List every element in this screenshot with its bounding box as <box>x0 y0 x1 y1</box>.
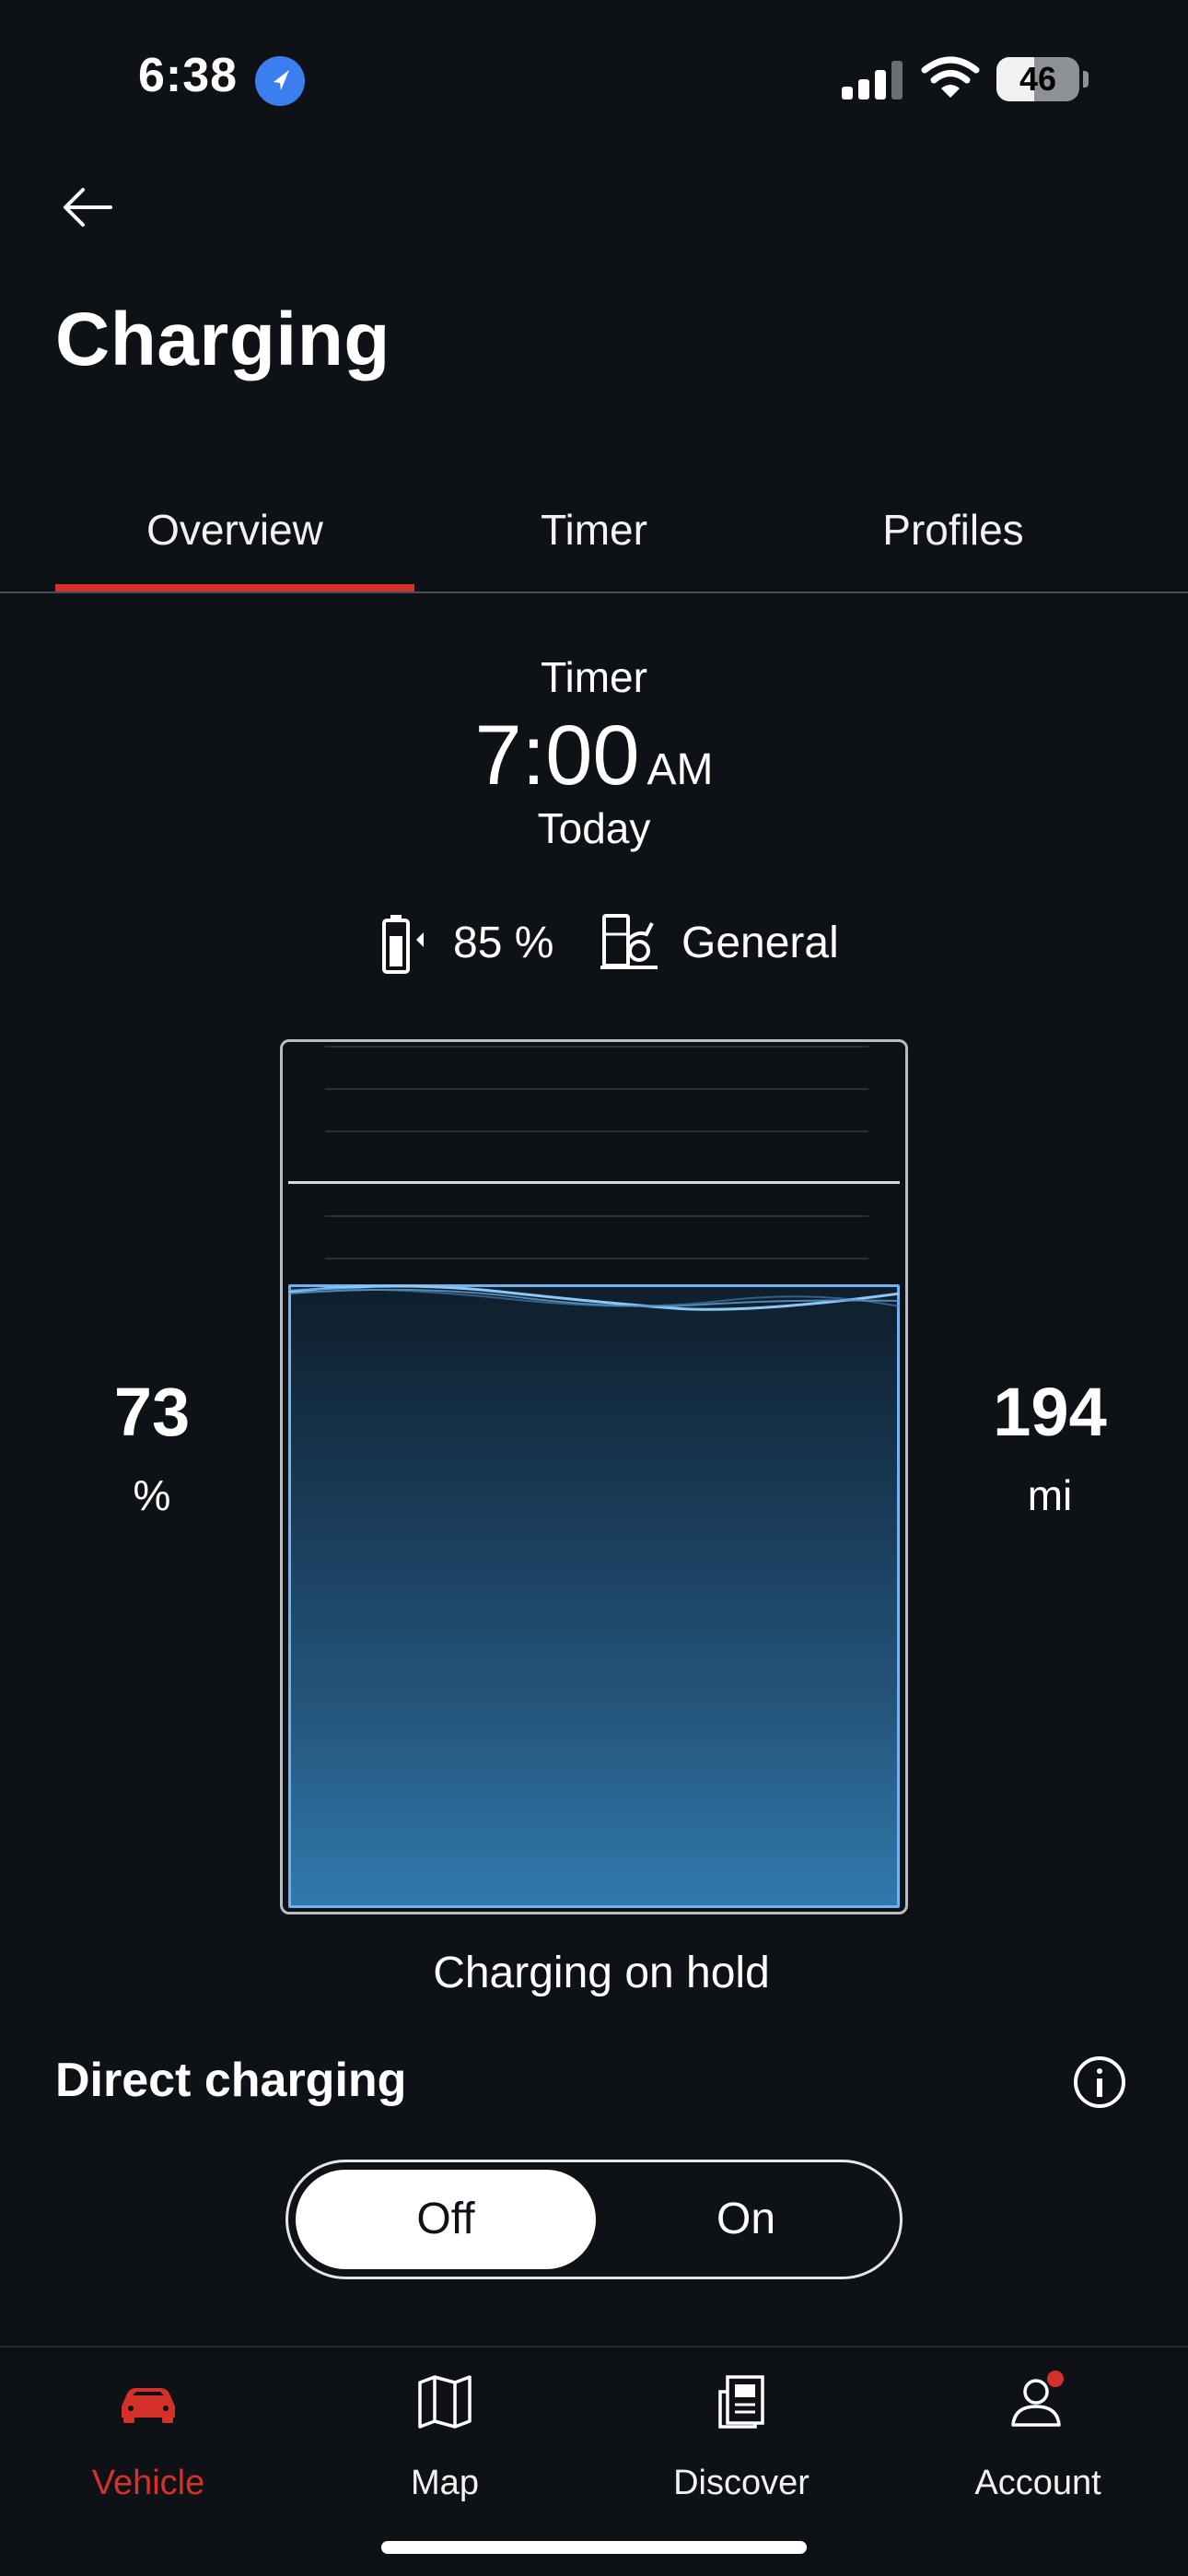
battery-icon: 46 <box>996 57 1089 101</box>
battery-level: 46 <box>1019 60 1057 98</box>
car-icon <box>122 2388 175 2423</box>
map-icon <box>418 2375 472 2429</box>
charge-wave <box>288 1284 900 1311</box>
battery-target-icon <box>381 914 429 975</box>
range-unit: mi <box>1027 1471 1073 1519</box>
nav-map-label: Map <box>411 2464 479 2502</box>
home-indicator <box>381 2541 807 2554</box>
back-button[interactable] <box>55 175 120 240</box>
timer-time: 7:00 <box>474 708 640 802</box>
nav-discover[interactable]: Discover <box>593 2348 890 2532</box>
target-charge-line <box>288 1181 900 1185</box>
timer-label: Timer <box>541 653 647 701</box>
nav-map[interactable]: Map <box>297 2348 593 2532</box>
tab-overview[interactable]: Overview <box>55 498 414 590</box>
nav-account[interactable]: Account <box>890 2348 1186 2532</box>
timer-time-display: 7:00 AM <box>0 708 1188 804</box>
status-time: 6:38 <box>138 49 239 102</box>
toggle-off-option[interactable]: Off <box>296 2170 596 2269</box>
target-charge-percent: 85 % <box>453 919 554 967</box>
timer-day: Today <box>537 804 651 852</box>
active-tab-indicator <box>55 584 414 591</box>
nav-vehicle[interactable]: Vehicle <box>0 2348 297 2532</box>
current-charge-unit: % <box>133 1471 171 1519</box>
arrow-left-icon <box>64 188 112 227</box>
info-icon[interactable] <box>1074 2056 1125 2108</box>
tab-divider <box>0 591 1188 593</box>
direct-charging-title: Direct charging <box>55 2054 407 2107</box>
tab-timer[interactable]: Timer <box>414 498 774 590</box>
news-icon <box>718 2375 764 2429</box>
nav-vehicle-label: Vehicle <box>91 2464 205 2502</box>
page-title: Charging <box>55 298 390 381</box>
charge-level-fill <box>288 1283 900 1908</box>
cellular-signal-icon <box>840 59 904 100</box>
account-icon <box>1011 2371 1064 2427</box>
charging-station-icon <box>600 912 658 973</box>
charging-profile-name: General <box>681 919 839 967</box>
nav-account-label: Account <box>974 2464 1101 2502</box>
wifi-icon <box>921 55 980 100</box>
location-arrow-icon <box>255 56 305 106</box>
direct-charging-toggle[interactable]: Off On <box>285 2160 903 2279</box>
charging-status: Charging on hold <box>433 1949 770 1997</box>
range-value: 194 <box>993 1374 1107 1450</box>
timer-ampm: AM <box>646 745 714 794</box>
tab-profiles[interactable]: Profiles <box>774 498 1133 590</box>
toggle-on-option[interactable]: On <box>596 2170 896 2269</box>
nav-discover-label: Discover <box>673 2464 809 2502</box>
charge-gauge <box>280 1039 908 1914</box>
current-charge-value: 73 <box>113 1374 191 1450</box>
